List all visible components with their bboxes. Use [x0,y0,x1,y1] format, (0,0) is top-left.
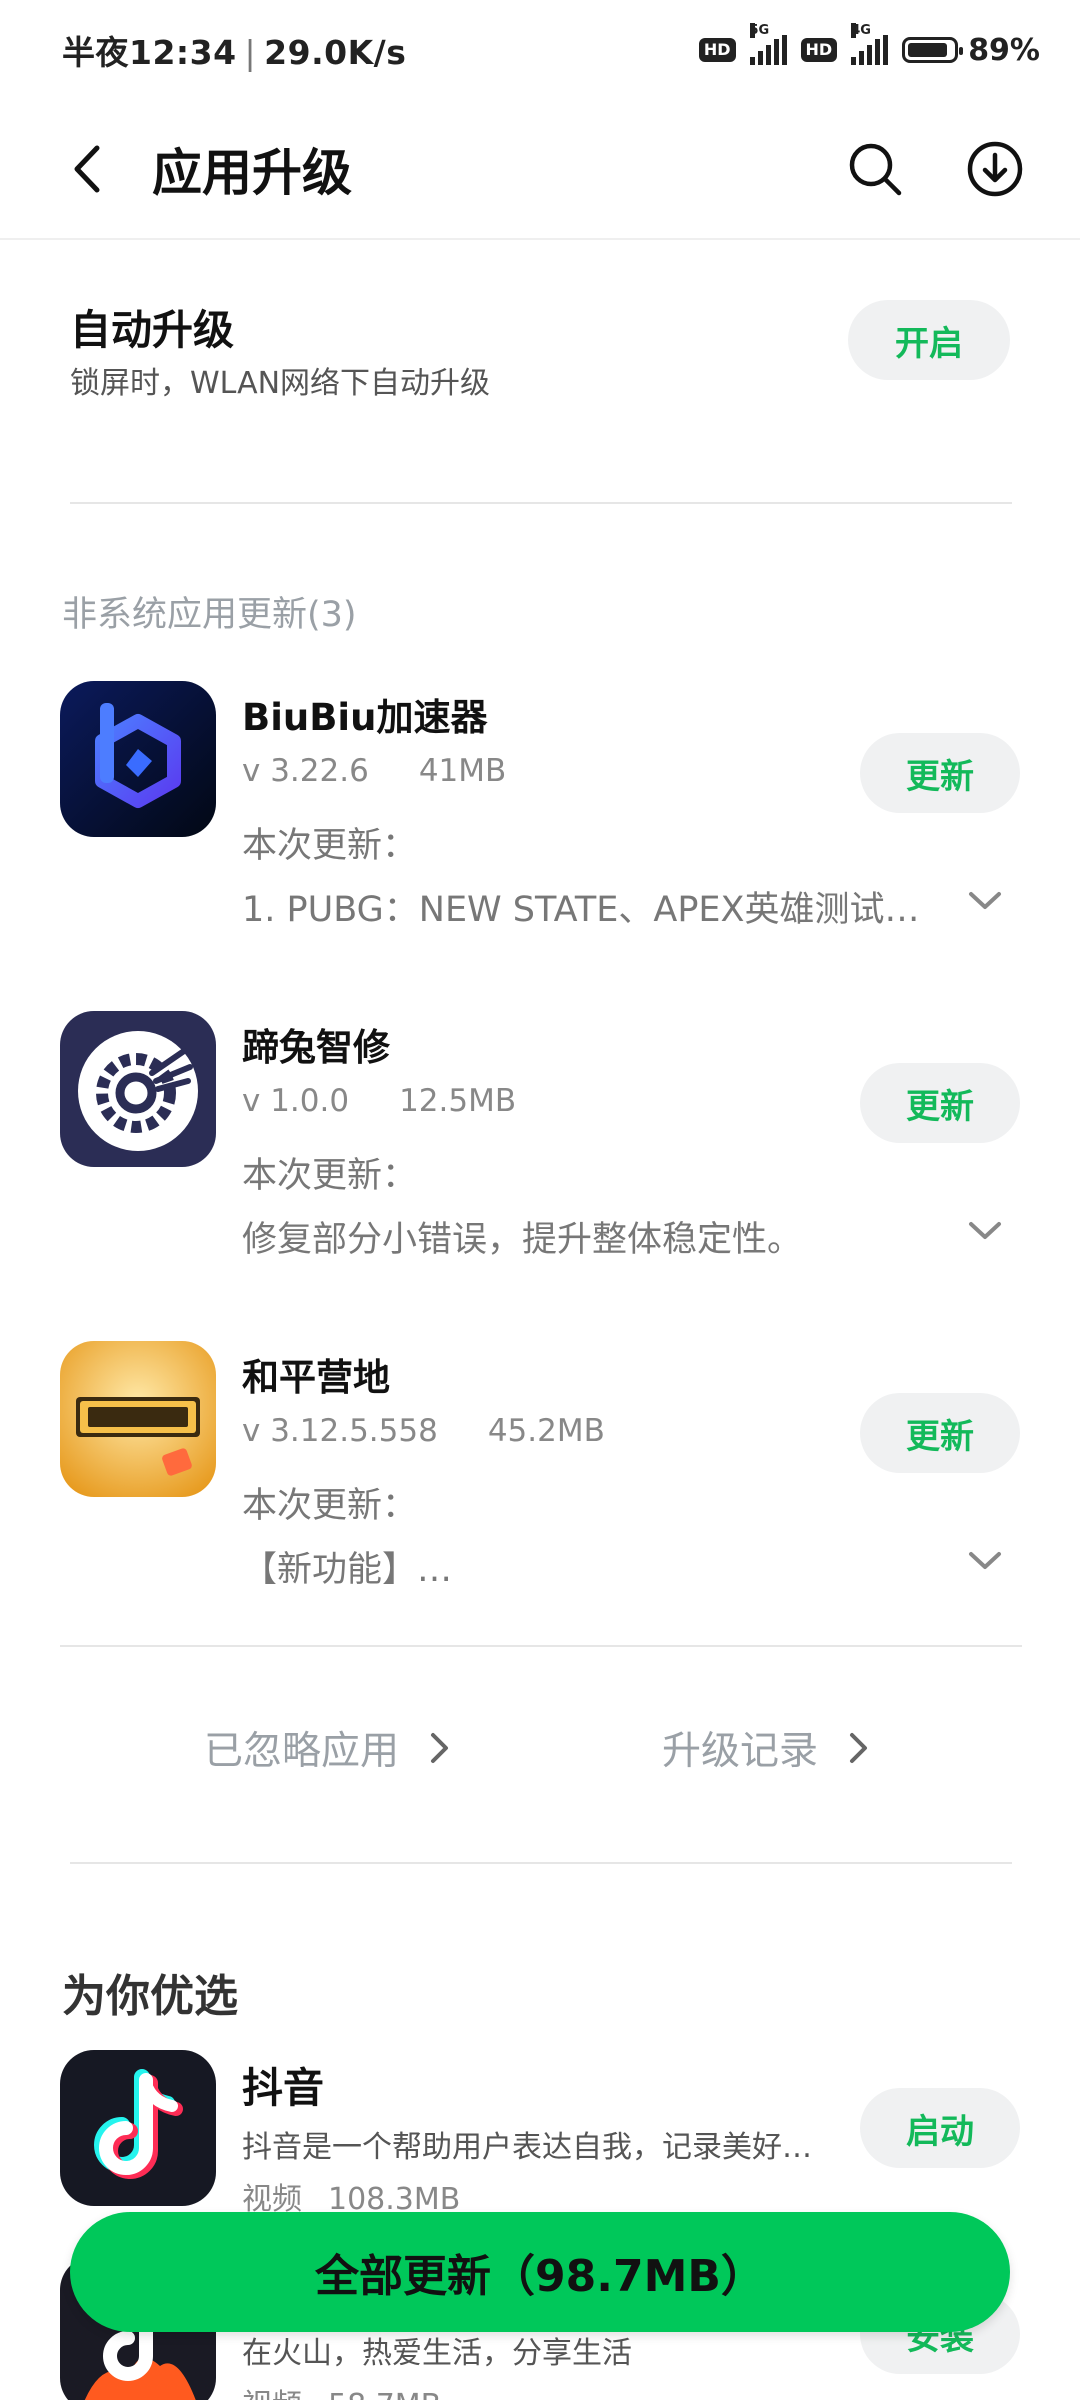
auto-upgrade-title: 自动升级 [70,306,234,354]
app-version: v 1.0.0 [242,1083,350,1119]
auto-upgrade-subtitle: 锁屏时，WLAN网络下自动升级 [70,366,491,401]
divider [60,1645,1022,1647]
hd-icon: HD [698,38,736,62]
chevron-right-icon [431,1733,449,1763]
battery-fill [908,43,948,57]
biubiu-app-icon [60,681,216,837]
back-button[interactable] [44,124,134,214]
changelog-text: 修复部分小错误，提升整体稳定性。 [242,1220,803,1260]
status-time: 半夜12:34 [62,33,237,72]
search-button[interactable] [830,124,920,214]
app-version-size: v 1.0.0 12.5MB [242,1083,516,1119]
section-label-non-system-updates: 非系统应用更新(3) [62,595,357,635]
upgrade-history-link[interactable]: 升级记录 [662,1720,870,1776]
status-bar: 半夜12:34 | 29.0K/s HD 5G HD 4G 89% [62,23,1040,72]
chevron-down-icon[interactable] [960,1541,1010,1581]
app-size: 12.5MB [399,1083,517,1119]
auto-upgrade-setting: 自动升级 锁屏时，WLAN网络下自动升级 开启 [70,290,1010,410]
search-icon [849,143,902,196]
titu-app-icon [60,1011,216,1167]
ignored-apps-link[interactable]: 已忽略应用 [204,1720,451,1776]
app-version-size: v 3.22.6 41MB [242,753,506,789]
recommend-app-name: 抖音 [242,2064,324,2112]
network-speed: 29.0K/s [264,33,407,72]
app-name: 和平营地 [242,1356,390,1399]
upgrade-links: 已忽略应用 升级记录 [60,1700,1020,1810]
app-update-item[interactable]: BiuBiu加速器 v 3.22.6 41MB 本次更新： 1. PUBG：NEW… [60,681,1020,981]
app-name: 蹄兔智修 [242,1026,390,1069]
upgrade-history-label: 升级记录 [662,1729,819,1774]
recommend-app-desc: 在火山，热爱生活，分享生活 [242,2336,632,2371]
back-arrow-icon [74,145,100,193]
enable-auto-upgrade-button[interactable]: 开启 [848,300,1010,380]
app-upgrade-screen: 半夜12:34 | 29.0K/s HD 5G HD 4G 89% 应用升级 自… [0,0,1080,2400]
net-type-4g: 4G [851,23,871,38]
battery-indicator: 89% [902,33,1040,68]
update-button[interactable]: 更新 [860,733,1020,813]
recommend-app-desc: 抖音是一个帮助用户表达自我，记录美好… [242,2130,812,2165]
launch-button[interactable]: 启动 [860,2088,1020,2168]
battery-percent: 89% [968,32,1040,68]
app-name: BiuBiu加速器 [242,696,488,739]
download-button[interactable] [950,124,1040,214]
recommend-app-meta: 视频 58.7MB [242,2380,441,2400]
recommend-section-title: 为你优选 [62,1971,238,2022]
chevron-right-icon [850,1733,868,1763]
hd-icon: HD [800,38,838,62]
changelog-label: 本次更新： [242,1156,418,1196]
update-all-button[interactable]: 全部更新（98.7MB） [70,2212,1010,2332]
app-size: 45.2MB [487,1413,605,1449]
app-size: 41MB [418,753,507,789]
changelog-text: 【新功能】… [242,1550,453,1590]
update-button[interactable]: 更新 [860,1393,1020,1473]
signal-4g-icon: 4G [851,23,889,65]
top-app-bar: 应用升级 [0,100,1080,240]
ignored-apps-label: 已忽略应用 [204,1729,400,1774]
app-update-item[interactable]: 蹄兔智修 v 1.0.0 12.5MB 本次更新： 修复部分小错误，提升整体稳定性… [60,1011,1020,1311]
divider [70,502,1012,504]
signal-5g-icon: 5G [749,23,787,65]
update-button[interactable]: 更新 [860,1063,1020,1143]
app-update-item[interactable]: 和平营地 v 3.12.5.558 45.2MB 本次更新： 【新功能】… 更新 [60,1341,1020,1641]
recommend-app-size: 58.7MB [328,2388,441,2400]
page-title: 应用升级 [152,144,352,202]
changelog-text: 1. PUBG：NEW STATE、APEX英雄测试… [242,890,920,930]
app-version: v 3.12.5.558 [242,1413,438,1449]
divider [70,1862,1012,1864]
heping-yingdi-app-icon [60,1341,216,1497]
download-icon [967,141,1023,197]
app-version: v 3.22.6 [242,753,369,789]
net-type-5g: 5G [749,23,770,38]
recommend-app-category: 视频 [242,2388,302,2400]
douyin-app-icon [60,2050,216,2206]
changelog-label: 本次更新： [242,826,418,866]
battery-icon [902,37,964,63]
chevron-down-icon[interactable] [960,1211,1010,1251]
changelog-label: 本次更新： [242,1486,418,1526]
chevron-down-icon[interactable] [960,881,1010,921]
app-version-size: v 3.12.5.558 45.2MB [242,1413,605,1449]
